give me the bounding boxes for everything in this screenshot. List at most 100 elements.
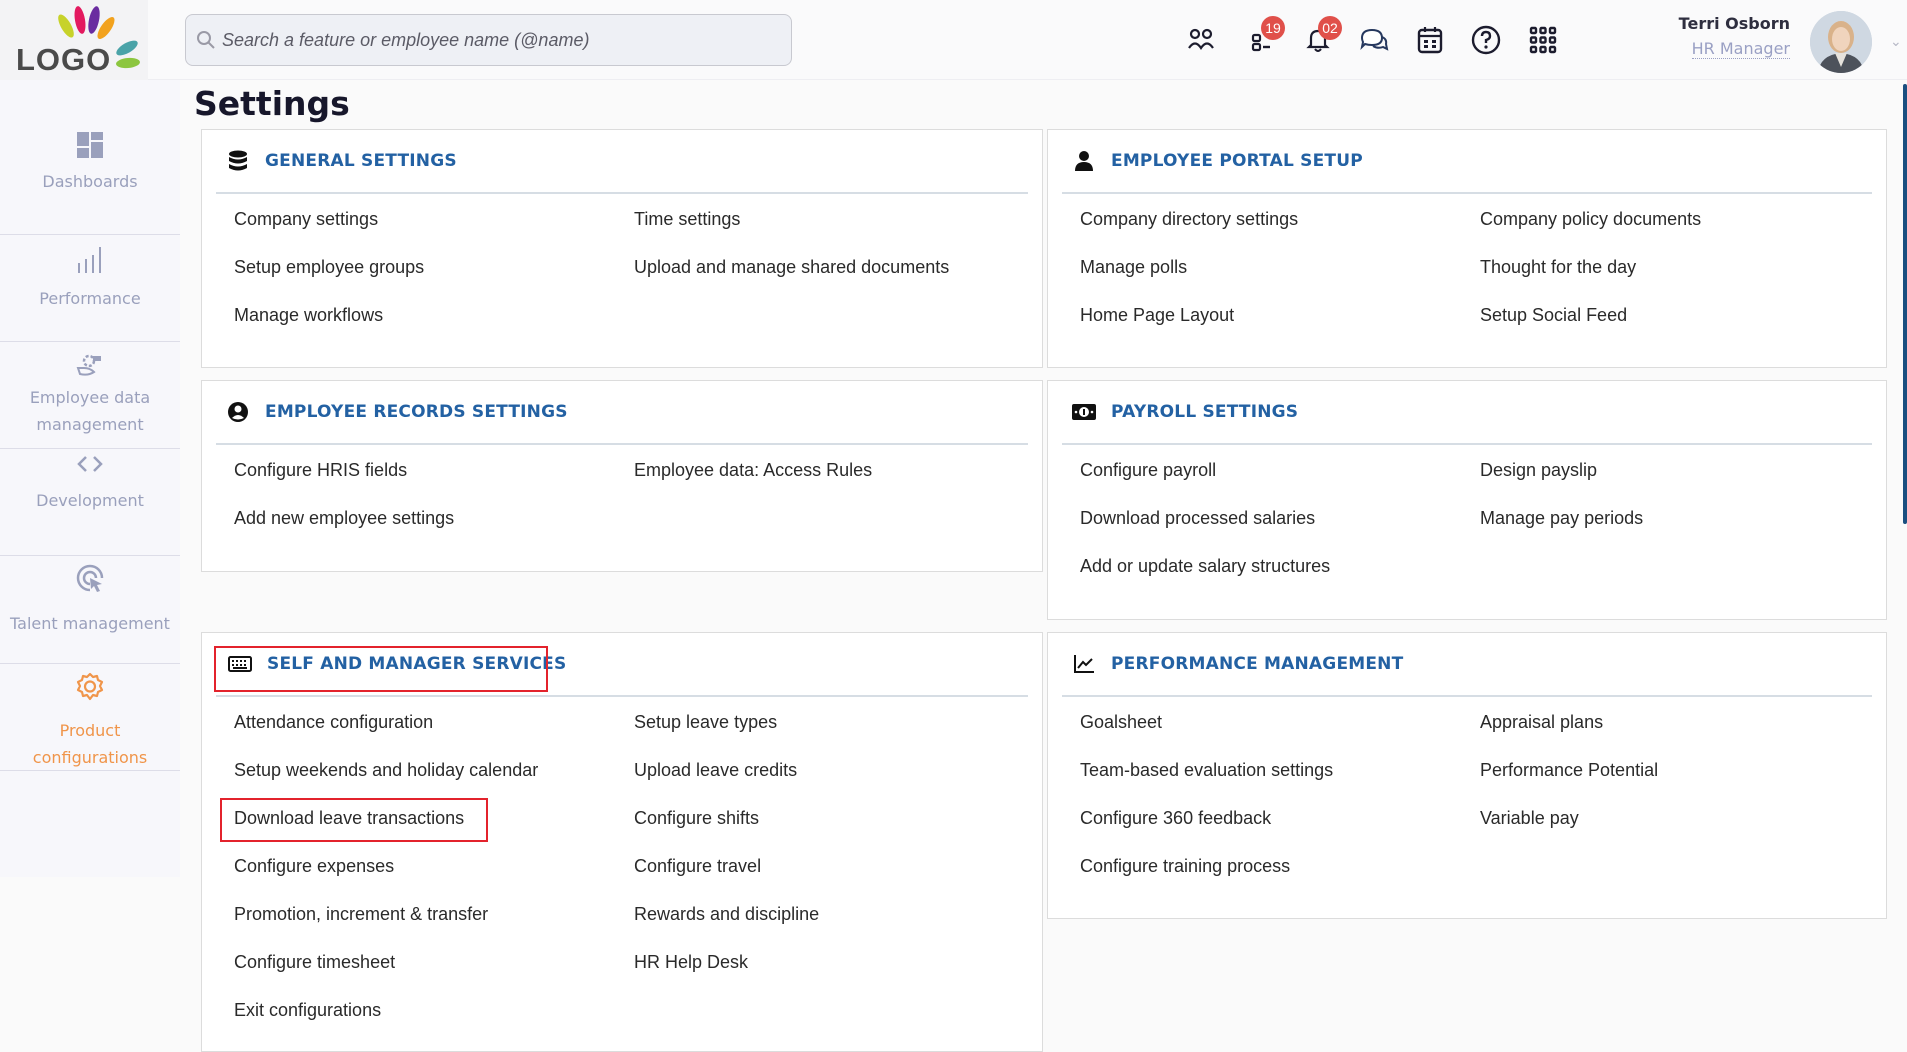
database-icon: [229, 150, 247, 171]
user-info[interactable]: Terri Osborn HR Manager: [1670, 14, 1790, 59]
sidebar-item-talent-management[interactable]: Talent management: [0, 556, 180, 664]
search-icon: [197, 31, 215, 49]
settings-link[interactable]: Company directory settings: [1080, 204, 1480, 252]
user-name: Terri Osborn: [1678, 14, 1790, 33]
chat-icon: [1360, 28, 1389, 51]
settings-link[interactable]: Exit configurations: [234, 995, 634, 1043]
avatar-photo-icon: [1810, 11, 1872, 73]
settings-link[interactable]: Manage polls: [1080, 252, 1480, 300]
sidebar-item-label: Product configurations: [32, 721, 148, 767]
settings-link[interactable]: Configure training process: [1080, 851, 1480, 899]
settings-link[interactable]: Setup leave types: [634, 707, 1022, 755]
settings-link[interactable]: Download processed salaries: [1080, 503, 1480, 551]
scrollbar-thumb[interactable]: [1903, 84, 1907, 524]
dashboard-icon: [77, 132, 103, 158]
settings-link[interactable]: Home Page Layout: [1080, 300, 1480, 348]
card-header: GENERAL SETTINGS: [216, 130, 1028, 194]
settings-link[interactable]: Rewards and discipline: [634, 899, 1022, 947]
sidebar-item-label: Employee data management: [29, 388, 151, 434]
user-role[interactable]: HR Manager: [1691, 39, 1790, 59]
sidebar-item-product-configurations[interactable]: Product configurations: [0, 664, 180, 771]
settings-link[interactable]: Upload and manage shared documents: [634, 252, 1022, 300]
help-button[interactable]: [1470, 24, 1502, 56]
settings-link[interactable]: Manage workflows: [234, 300, 634, 348]
settings-link[interactable]: Add new employee settings: [234, 503, 634, 551]
notifications-button[interactable]: 02: [1302, 16, 1342, 56]
settings-link[interactable]: Add or update salary structures: [1080, 551, 1480, 599]
sidebar-item-label: Talent management: [10, 614, 170, 633]
settings-link[interactable]: Company policy documents: [1480, 204, 1866, 252]
settings-link[interactable]: Employee data: Access Rules: [634, 455, 1022, 503]
target-cursor-icon: [76, 564, 104, 592]
calendar-button[interactable]: [1414, 24, 1446, 56]
apps-grid-icon: [1529, 26, 1557, 54]
user-icon: [1075, 151, 1093, 171]
card-items: Attendance configuration Setup leave typ…: [220, 707, 1022, 1043]
settings-link[interactable]: Configure payroll: [1080, 455, 1480, 503]
settings-link[interactable]: Setup employee groups: [234, 252, 634, 300]
settings-link[interactable]: Company settings: [234, 204, 634, 252]
sidebar-item-development[interactable]: Development: [0, 449, 180, 556]
settings-link[interactable]: Time settings: [634, 204, 1022, 252]
sidebar-item-performance[interactable]: Performance: [0, 235, 180, 342]
settings-link[interactable]: Attendance configuration: [234, 707, 634, 755]
card-title: EMPLOYEE RECORDS SETTINGS: [265, 402, 568, 422]
settings-link[interactable]: Goalsheet: [1080, 707, 1480, 755]
settings-link[interactable]: Configure 360 feedback: [1080, 803, 1480, 851]
highlight-box: [220, 798, 488, 842]
card-header: PERFORMANCE MANAGEMENT: [1062, 633, 1872, 697]
card-payroll-settings: PAYROLL SETTINGS Configure payroll Desig…: [1047, 380, 1887, 620]
sidebar-item-label: Dashboards: [42, 172, 138, 191]
help-icon: [1471, 25, 1501, 55]
apps-button[interactable]: [1527, 24, 1559, 56]
people-button[interactable]: [1185, 24, 1217, 56]
settings-link[interactable]: Configure travel: [634, 851, 1022, 899]
settings-link[interactable]: Performance Potential: [1480, 755, 1866, 803]
sidebar-item-employee-data-management[interactable]: Employee data management: [0, 342, 180, 449]
settings-link[interactable]: Upload leave credits: [634, 755, 1022, 803]
highlight-box: [214, 646, 548, 692]
settings-link[interactable]: Manage pay periods: [1480, 503, 1866, 551]
settings-link-download-leave-transactions[interactable]: Download leave transactions: [220, 798, 634, 851]
settings-link[interactable]: Configure expenses: [234, 851, 634, 899]
settings-link[interactable]: Configure timesheet: [234, 947, 634, 995]
card-title: GENERAL SETTINGS: [265, 151, 457, 171]
settings-link[interactable]: Configure shifts: [634, 803, 1022, 851]
notifications-badge: 02: [1318, 16, 1342, 40]
card-items: Configure HRIS fields Employee data: Acc…: [234, 455, 1022, 551]
user-menu-chevron-down-icon[interactable]: ⌄: [1890, 34, 1902, 50]
page-title: Settings: [194, 84, 350, 123]
avatar[interactable]: [1810, 11, 1872, 73]
tasks-badge: 19: [1261, 16, 1285, 40]
card-items: Goalsheet Appraisal plans Team-based eva…: [1080, 707, 1866, 899]
card-title: PERFORMANCE MANAGEMENT: [1111, 654, 1404, 674]
search-box[interactable]: [185, 14, 792, 66]
sidebar-item-dashboards[interactable]: Dashboards: [0, 80, 180, 235]
logo[interactable]: LOGO: [0, 0, 148, 80]
top-bar: LOGO 19 02: [0, 0, 1907, 80]
search-input[interactable]: [222, 29, 782, 51]
card-employee-records-settings: EMPLOYEE RECORDS SETTINGS Configure HRIS…: [201, 380, 1043, 572]
card-title: PAYROLL SETTINGS: [1111, 402, 1299, 422]
settings-link[interactable]: Design payslip: [1480, 455, 1866, 503]
settings-link[interactable]: Thought for the day: [1480, 252, 1866, 300]
settings-link[interactable]: Team-based evaluation settings: [1080, 755, 1480, 803]
calendar-icon: [1417, 27, 1443, 54]
bar-chart-icon: [78, 247, 101, 273]
settings-link[interactable]: Setup Social Feed: [1480, 300, 1866, 348]
card-general-settings: GENERAL SETTINGS Company settings Time s…: [201, 129, 1043, 368]
line-chart-icon: [1074, 655, 1094, 673]
settings-link[interactable]: Setup weekends and holiday calendar: [234, 755, 634, 803]
card-performance-management: PERFORMANCE MANAGEMENT Goalsheet Apprais…: [1047, 632, 1887, 919]
settings-link[interactable]: Appraisal plans: [1480, 707, 1866, 755]
settings-link[interactable]: Promotion, increment & transfer: [234, 899, 634, 947]
tasks-button[interactable]: 19: [1247, 16, 1285, 56]
settings-link[interactable]: HR Help Desk: [634, 947, 1022, 995]
card-header: EMPLOYEE RECORDS SETTINGS: [216, 381, 1028, 445]
chat-button[interactable]: [1358, 24, 1390, 56]
settings-link[interactable]: Variable pay: [1480, 803, 1866, 851]
sidebar-item-label: Performance: [39, 289, 141, 308]
gear-icon: [76, 672, 104, 701]
card-header: SELF AND MANAGER SERVICES: [214, 633, 1028, 697]
settings-link[interactable]: Configure HRIS fields: [234, 455, 634, 503]
